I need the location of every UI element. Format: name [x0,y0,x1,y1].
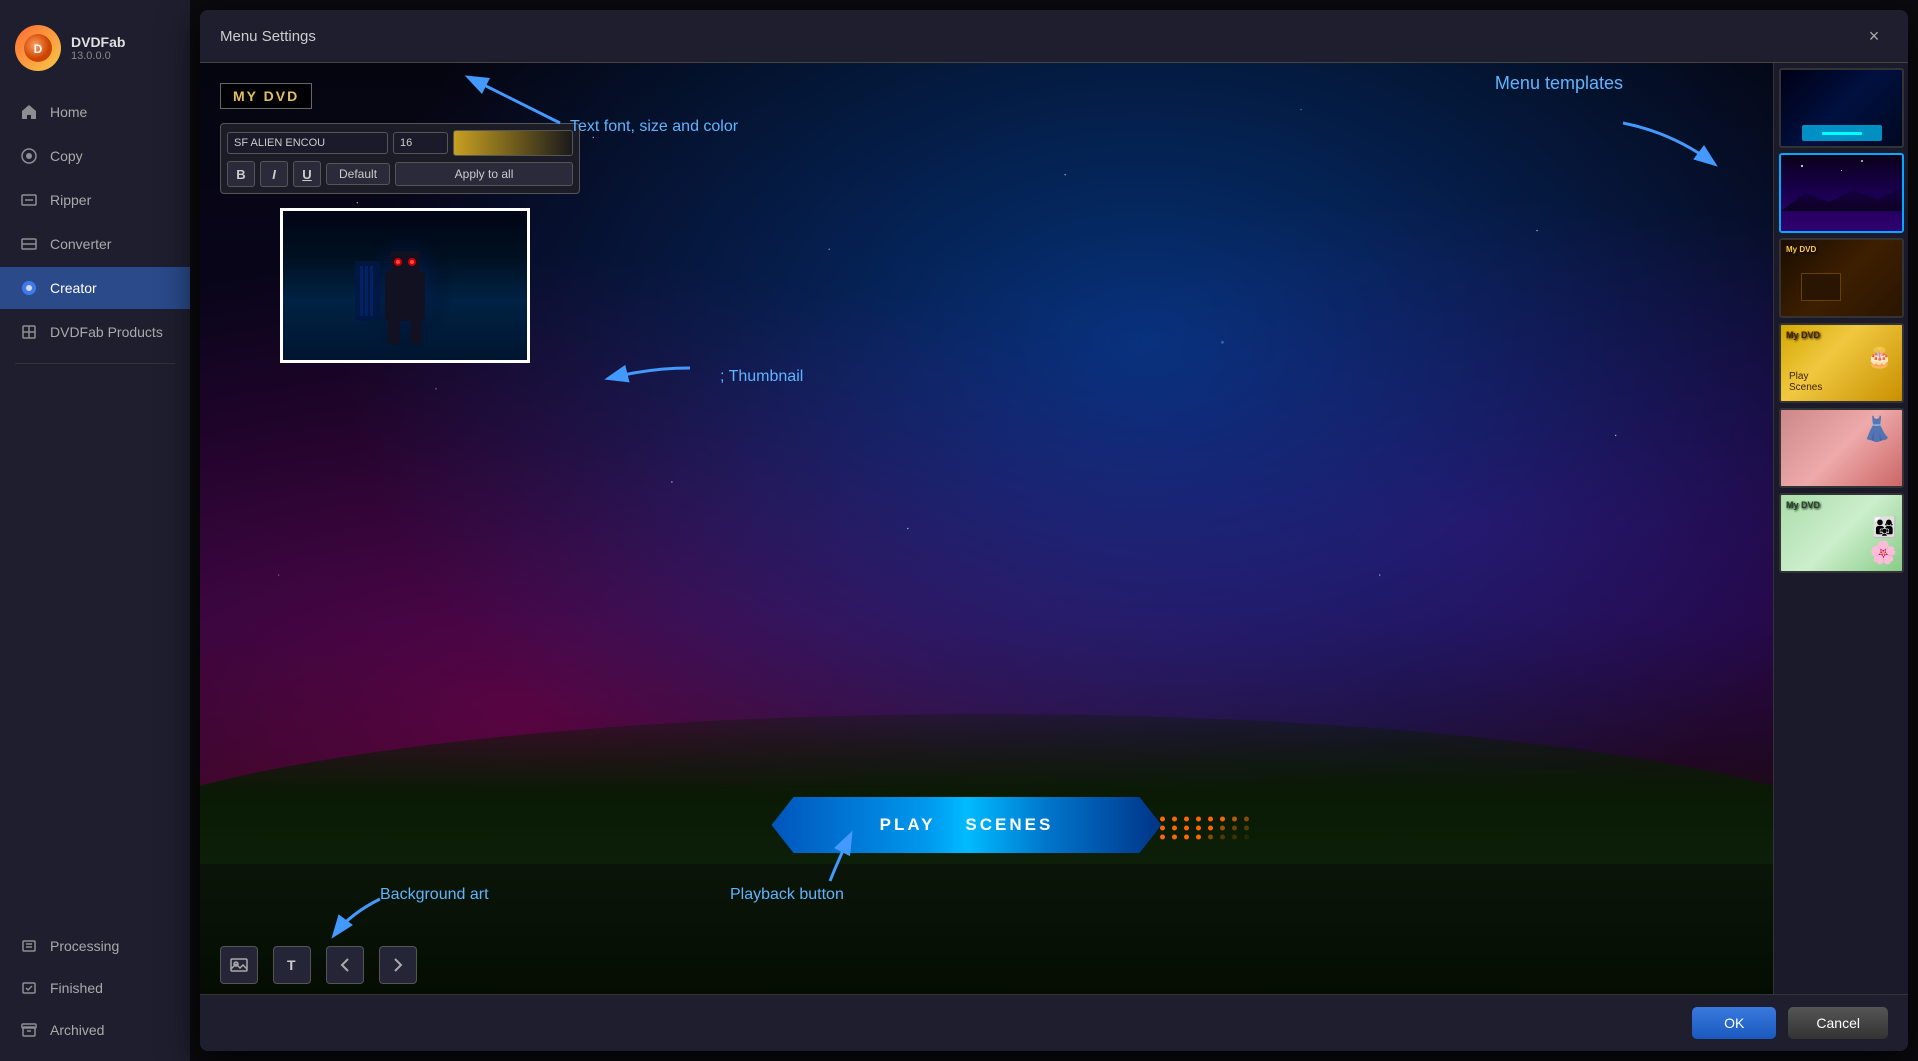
underline-button[interactable]: U [293,161,321,187]
background-art-arrow [320,894,400,944]
next-button[interactable] [379,946,417,984]
sidebar-item-processing[interactable]: Processing [0,925,190,967]
sidebar-nav: Home Copy Ripper Converter Creator [0,91,190,353]
sidebar-label-dvdfab: DVDFab Products [50,324,163,340]
sidebar-label-home: Home [50,104,87,120]
ground-decoration [200,864,1773,994]
home-icon [20,103,38,121]
font-row2: B I U Default Apply to all [227,161,573,187]
canvas-area[interactable]: MY DVD SF ALIEN ENCOU 16 B I U Default [200,63,1773,994]
sidebar-label-finished: Finished [50,980,103,996]
template-1[interactable] [1779,68,1904,148]
sidebar-item-copy[interactable]: Copy [0,135,190,177]
sidebar-label-processing: Processing [50,938,119,954]
close-button[interactable]: × [1860,22,1888,50]
font-row1: SF ALIEN ENCOU 16 [227,130,573,156]
template-5[interactable]: 👗 [1779,408,1904,488]
archived-icon [20,1021,38,1039]
dialog-body: MY DVD SF ALIEN ENCOU 16 B I U Default [200,63,1908,994]
font-size-input[interactable]: 16 [393,132,448,154]
italic-button[interactable]: I [260,161,288,187]
app-version: 13.0.0.0 [71,50,125,62]
annotation-background-art: Background art [380,886,489,904]
template-3[interactable]: My DVD [1779,238,1904,318]
app-icon: D [15,25,61,71]
text-font-arrow [450,68,570,128]
template-4[interactable]: My DVD 🎂 PlayScenes [1779,323,1904,403]
sidebar-label-archived: Archived [50,1022,104,1038]
bottom-toolbar: T [220,946,417,984]
background-art-button[interactable] [220,946,258,984]
sidebar-item-dvdfab-products[interactable]: DVDFab Products [0,311,190,353]
annotation-text-font: Text font, size and color [570,118,738,136]
annotation-menu-templates: Menu templates [1495,73,1623,94]
font-toolbar: SF ALIEN ENCOU 16 B I U Default Apply to… [220,123,580,194]
sidebar-label-converter: Converter [50,236,111,252]
prev-button[interactable] [326,946,364,984]
play-label: PLAY [880,815,936,835]
creator-icon [20,279,38,297]
scenes-label: SCENES [965,815,1053,835]
finished-icon [20,979,38,997]
annotation-thumbnail: ; Thumbnail [720,368,803,386]
sidebar-item-ripper[interactable]: Ripper [0,179,190,221]
svg-text:T: T [287,957,296,973]
sidebar-item-creator[interactable]: Creator [0,267,190,309]
menu-templates-arrow [1603,103,1723,183]
thumbnail-content [283,211,527,360]
dvd-title[interactable]: MY DVD [220,83,312,109]
menu-settings-dialog: Menu Settings × MY DVD [200,10,1908,1051]
font-name-input[interactable]: SF ALIEN ENCOU [227,132,388,154]
products-icon [20,323,38,341]
sidebar-label-ripper: Ripper [50,192,91,208]
text-button[interactable]: T [273,946,311,984]
color-picker[interactable] [453,130,573,156]
cancel-button[interactable]: Cancel [1788,1007,1888,1039]
main-content: Menu Settings × MY DVD [190,0,1918,1061]
dialog-header: Menu Settings × [200,10,1908,63]
ok-button[interactable]: OK [1692,1007,1776,1039]
sidebar-item-archived[interactable]: Archived [0,1009,190,1051]
thumbnail-arrow [600,338,700,398]
sidebar-item-converter[interactable]: Converter [0,223,190,265]
dialog-overlay: Menu Settings × MY DVD [190,0,1918,1061]
thumbnail-box[interactable] [280,208,530,363]
template-6[interactable]: My DVD 🌸 👨‍👩‍👧 [1779,493,1904,573]
sidebar: D DVDFab 13.0.0.0 Home Copy Ripper [0,0,190,1061]
dialog-footer: OK Cancel [200,994,1908,1051]
playback-arrow [810,826,870,886]
app-name-block: DVDFab 13.0.0.0 [71,34,125,62]
sidebar-divider [15,363,175,364]
annotation-playback: Playback button [730,886,844,904]
svg-text:D: D [34,42,43,56]
default-button[interactable]: Default [326,163,390,185]
sidebar-label-creator: Creator [50,280,97,296]
template-2[interactable] [1779,153,1904,233]
converter-icon [20,235,38,253]
processing-icon [20,937,38,955]
robot-svg [355,221,455,351]
copy-icon [20,147,38,165]
app-logo: D DVDFab 13.0.0.0 [0,10,190,91]
dialog-title: Menu Settings [220,28,316,45]
sidebar-item-home[interactable]: Home [0,91,190,133]
ripper-icon [20,191,38,209]
sidebar-label-copy: Copy [50,148,83,164]
dots-pattern [1160,817,1252,840]
apply-all-button[interactable]: Apply to all [395,162,573,186]
sidebar-bottom: Processing Finished Archived [0,925,190,1051]
templates-panel: My DVD My DVD 🎂 PlayScenes [1773,63,1908,994]
bold-button[interactable]: B [227,161,255,187]
sidebar-item-finished[interactable]: Finished [0,967,190,1009]
app-name: DVDFab [71,34,125,50]
